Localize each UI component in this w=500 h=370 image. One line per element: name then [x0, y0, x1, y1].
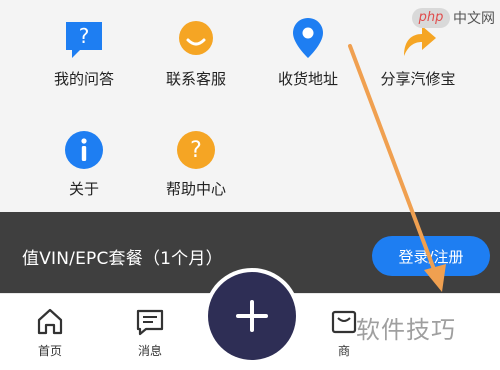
question-bubble-icon: ? [66, 22, 102, 58]
info-icon [65, 131, 103, 169]
grid-item-label: 关于 [68, 180, 99, 198]
grid-item-label: 收货地址 [277, 70, 338, 88]
home-icon [37, 308, 63, 335]
customer-service-icon [179, 21, 213, 55]
grid-item-customer-service[interactable]: 联系客服 [136, 18, 256, 89]
grid-item-my-qa[interactable]: ? 我的问答 [24, 18, 144, 89]
login-register-button[interactable]: 登录/注册 [372, 236, 490, 276]
tab-home[interactable]: 首页 [20, 306, 80, 359]
grid-item-label: 我的问答 [53, 70, 114, 88]
watermark-logo: php [412, 8, 450, 28]
help-icon: ? [177, 131, 215, 169]
message-icon [136, 309, 164, 336]
plus-icon [236, 300, 268, 332]
tab-messages-label: 消息 [137, 344, 162, 358]
tab-messages[interactable]: 消息 [120, 306, 180, 359]
promo-text: 值VIN/EPC套餐（1个月） [22, 249, 223, 269]
grid-item-help-center[interactable]: ? 帮助中心 [136, 128, 256, 199]
grid-item-label: 联系客服 [165, 70, 226, 88]
grid-item-label: 帮助中心 [165, 180, 226, 198]
watermark-php: php 中文网 [412, 6, 496, 30]
grid-item-shipping-address[interactable]: 收货地址 [248, 14, 368, 89]
svg-text:?: ? [79, 24, 90, 48]
grid-item-label: 分享汽修宝 [380, 70, 456, 88]
watermark-software-tips: 软件技巧 [356, 316, 456, 344]
tab-home-label: 首页 [37, 344, 62, 358]
add-button[interactable] [208, 272, 296, 360]
watermark-text: 中文网 [453, 11, 495, 27]
grid-item-about[interactable]: 关于 [24, 128, 144, 199]
location-pin-icon [293, 18, 323, 58]
svg-text:?: ? [190, 138, 202, 163]
feature-grid: ? 我的问答 联系客服 收货地址 分享汽修宝 关于 ? 帮助中心 [0, 0, 500, 210]
